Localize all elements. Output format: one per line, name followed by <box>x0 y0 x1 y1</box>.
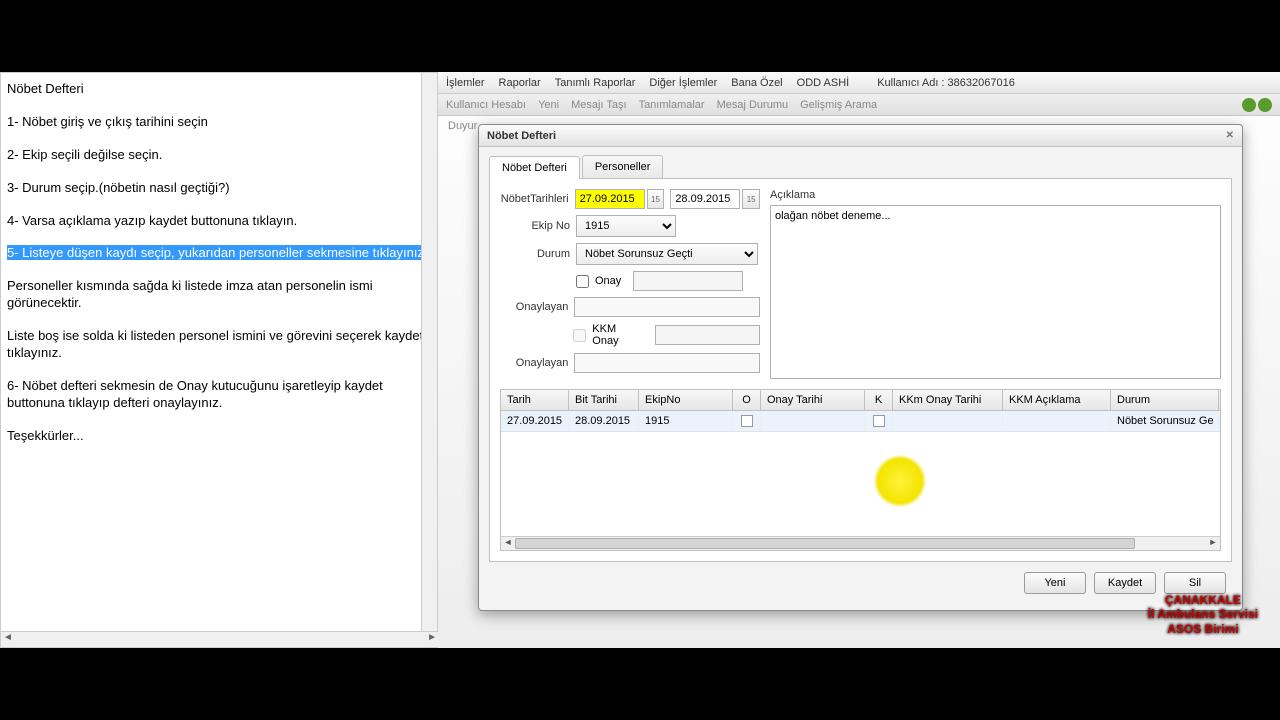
instruction-step-highlighted: 5- Listeye düşen kaydı seçip, yukarıdan … <box>7 245 431 262</box>
kkm-onay-checkbox[interactable] <box>573 329 586 342</box>
cell-tarih: 27.09.2015 <box>501 411 569 431</box>
instruction-step: Teşekkürler... <box>7 428 431 445</box>
app-pane: İşlemler Raporlar Tanımlı Raporlar Diğer… <box>438 72 1280 648</box>
tabs: Nöbet Defteri Personeller <box>489 155 1232 179</box>
kkm-onay-label: KKM Onay <box>592 323 643 347</box>
aciklama-label: Açıklama <box>770 189 1221 201</box>
grid-horizontal-scrollbar[interactable]: ◄ ► <box>501 536 1220 550</box>
horizontal-scrollbar[interactable]: ◄► <box>1 631 439 647</box>
cell-ekipno: 1915 <box>639 411 733 431</box>
durum-select[interactable]: Nöbet Sorunsuz Geçti <box>576 243 758 265</box>
col-ekipno[interactable]: EkipNo <box>639 390 733 410</box>
records-grid: Tarih Bit Tarihi EkipNo O Onay Tarihi K … <box>500 389 1221 551</box>
nobet-tarih-label: NöbetTarihleri <box>500 193 569 205</box>
date-start-input[interactable] <box>575 189 645 209</box>
scroll-thumb[interactable] <box>515 538 1135 549</box>
col-onay-tarihi[interactable]: Onay Tarihi <box>761 390 865 410</box>
toolbar-item[interactable]: Kullanıcı Hesabı <box>446 99 526 111</box>
cell-bit-tarihi: 28.09.2015 <box>569 411 639 431</box>
instruction-step: 4- Varsa açıklama yazıp kaydet buttonuna… <box>7 213 431 230</box>
instruction-step: 6- Nöbet defteri sekmesin de Onay kutucu… <box>7 378 431 412</box>
instruction-step: 2- Ekip seçili değilse seçin. <box>7 147 431 164</box>
dialog-buttons: Yeni Kaydet Sil <box>489 562 1232 600</box>
menu-item[interactable]: İşlemler <box>446 77 485 89</box>
status-icon <box>1258 98 1272 112</box>
menu-item[interactable]: Tanımlı Raporlar <box>555 77 636 89</box>
calendar-icon[interactable]: 15 <box>742 189 760 209</box>
tab-personeller[interactable]: Personeller <box>582 155 664 178</box>
col-kkm-aciklama[interactable]: KKM Açıklama <box>1003 390 1111 410</box>
onay-label: Onay <box>595 275 621 287</box>
scroll-left-icon[interactable]: ◄ <box>3 632 13 647</box>
tab-panel: NöbetTarihleri 15 15 Ekip No 1915 <box>489 179 1232 562</box>
kkm-extra-input[interactable] <box>655 325 760 345</box>
dialog-title: Nöbet Defteri <box>487 130 556 142</box>
table-row[interactable]: 27.09.2015 28.09.2015 1915 Nöbet Sorunsu… <box>501 411 1220 432</box>
onay-extra-input[interactable] <box>633 271 743 291</box>
toolbar-item[interactable]: Mesajı Taşı <box>571 99 626 111</box>
new-button[interactable]: Yeni <box>1024 572 1086 594</box>
form-right: Açıklama olağan nöbet deneme... <box>770 189 1221 379</box>
col-durum[interactable]: Durum <box>1111 390 1219 410</box>
close-icon[interactable]: ✕ <box>1226 130 1234 141</box>
instructions-title: Nöbet Defteri <box>7 81 431 98</box>
col-bit-tarihi[interactable]: Bit Tarihi <box>569 390 639 410</box>
menubar: İşlemler Raporlar Tanımlı Raporlar Diğer… <box>438 72 1280 94</box>
cell-kkm-aciklama <box>1003 411 1111 431</box>
col-o[interactable]: O <box>733 390 761 410</box>
scroll-left-icon[interactable]: ◄ <box>501 537 515 550</box>
save-button[interactable]: Kaydet <box>1094 572 1156 594</box>
onaylayan-label: Onaylayan <box>500 301 568 313</box>
aciklama-textarea[interactable]: olağan nöbet deneme... <box>770 205 1221 379</box>
toolbar-item[interactable]: Mesaj Durumu <box>717 99 789 111</box>
col-tarih[interactable]: Tarih <box>501 390 569 410</box>
menu-item[interactable]: Diğer İşlemler <box>649 77 717 89</box>
col-kkm-onay-tarihi[interactable]: KKm Onay Tarihi <box>893 390 1003 410</box>
cell-durum: Nöbet Sorunsuz Ge <box>1111 411 1219 431</box>
ekip-label: Ekip No <box>500 220 570 232</box>
durum-label: Durum <box>500 248 570 260</box>
col-k[interactable]: K <box>865 390 893 410</box>
viewport: Nöbet Defteri 1- Nöbet giriş ve çıkış ta… <box>0 72 1280 648</box>
menu-item[interactable]: Raporlar <box>499 77 541 89</box>
ekip-select[interactable]: 1915 <box>576 215 676 237</box>
cell-onay-tarihi <box>761 411 865 431</box>
onaylayan-label-2: Onaylayan <box>500 357 568 369</box>
vertical-scrollbar[interactable] <box>421 73 437 633</box>
onay-checkbox[interactable] <box>576 275 589 288</box>
grid-header: Tarih Bit Tarihi EkipNo O Onay Tarihi K … <box>501 390 1220 411</box>
toolbar-item[interactable]: Tanımlamalar <box>639 99 705 111</box>
instruction-step: 3- Durum seçip.(nöbetin nasıl geçtiği?) <box>7 180 431 197</box>
toolbar-item[interactable]: Gelişmiş Arama <box>800 99 877 111</box>
form-left: NöbetTarihleri 15 15 Ekip No 1915 <box>500 189 760 379</box>
tab-nobet-defteri[interactable]: Nöbet Defteri <box>489 156 580 179</box>
scroll-right-icon[interactable]: ► <box>427 632 437 647</box>
nobet-defteri-dialog: Nöbet Defteri ✕ Nöbet Defteri Personelle… <box>478 124 1243 611</box>
cell-kkm-onay-tarihi <box>893 411 1003 431</box>
delete-button[interactable]: Sil <box>1164 572 1226 594</box>
onaylayan-input-2[interactable] <box>574 353 760 373</box>
toolbar: Kullanıcı Hesabı Yeni Mesajı Taşı Tanıml… <box>438 94 1280 116</box>
instruction-step: Personeller kısmında sağda ki listede im… <box>7 278 431 312</box>
instructions-text: Nöbet Defteri 1- Nöbet giriş ve çıkış ta… <box>1 73 437 629</box>
user-label: Kullanıcı Adı : 38632067016 <box>877 77 1015 89</box>
cell-k[interactable] <box>865 411 893 431</box>
calendar-icon[interactable]: 15 <box>647 189 665 209</box>
onaylayan-input[interactable] <box>574 297 760 317</box>
menu-item[interactable]: Bana Özel <box>731 77 782 89</box>
date-end-input[interactable] <box>670 189 740 209</box>
menu-item[interactable]: ODD ASHİ <box>797 77 850 89</box>
app-surface: İşlemler Raporlar Tanımlı Raporlar Diğer… <box>438 72 1280 648</box>
status-icon <box>1242 98 1256 112</box>
toolbar-item[interactable]: Yeni <box>538 99 559 111</box>
cell-o[interactable] <box>733 411 761 431</box>
instruction-step: 1- Nöbet giriş ve çıkış tarihini seçin <box>7 114 431 131</box>
scroll-right-icon[interactable]: ► <box>1206 537 1220 550</box>
instructions-pane: Nöbet Defteri 1- Nöbet giriş ve çıkış ta… <box>0 72 438 648</box>
dialog-titlebar[interactable]: Nöbet Defteri ✕ <box>479 125 1242 147</box>
instruction-step: Liste boş ise solda ki listeden personel… <box>7 328 431 362</box>
toolbar-icons <box>1242 98 1272 112</box>
